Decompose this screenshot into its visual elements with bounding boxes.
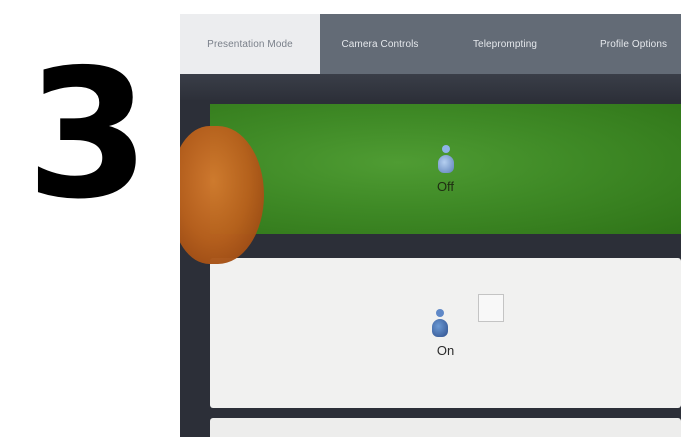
person-icon-head <box>435 308 444 317</box>
tab-teleprompting[interactable]: Teleprompting <box>440 14 570 74</box>
presentation-mode-off-button[interactable]: Off <box>210 104 681 234</box>
next-option-button[interactable] <box>210 418 681 437</box>
sub-header-bar <box>180 74 681 100</box>
off-label: Off <box>436 178 455 194</box>
photo-frame: 3 Presentation Mode Camera Controls Tele… <box>0 0 681 437</box>
person-icon-body <box>437 154 454 173</box>
tab-profile-options[interactable]: Profile Options <box>570 14 681 74</box>
person-icon-head <box>441 144 450 153</box>
selection-box <box>478 294 504 322</box>
device-screen: Presentation Mode Camera Controls Telepr… <box>180 14 681 437</box>
tab-presentation-mode[interactable]: Presentation Mode <box>180 14 320 74</box>
person-icon <box>431 308 448 337</box>
on-label: On <box>436 342 455 358</box>
person-icon <box>437 144 454 173</box>
tab-bar: Presentation Mode Camera Controls Telepr… <box>180 14 681 74</box>
person-icon-body <box>431 318 448 337</box>
finger <box>180 126 264 264</box>
presentation-mode-on-button[interactable]: On <box>210 258 681 408</box>
step-number: 3 <box>26 31 150 238</box>
tab-camera-controls[interactable]: Camera Controls <box>320 14 440 74</box>
